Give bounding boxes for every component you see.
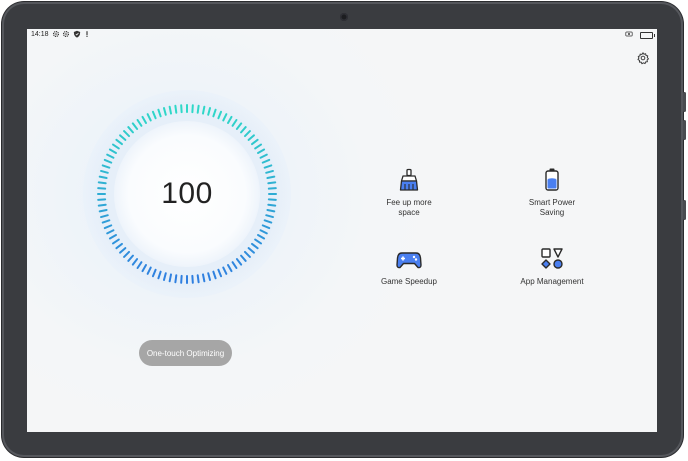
tool-app-management[interactable]: App Management <box>497 246 607 287</box>
battery-icon <box>545 168 559 191</box>
gear-icon[interactable] <box>636 51 650 65</box>
tool-label: App Management <box>520 277 584 286</box>
tool-label: Fee up more space <box>386 198 432 217</box>
front-camera <box>340 13 348 21</box>
power-button <box>683 120 686 140</box>
gamepad-icon <box>396 252 422 269</box>
shield-icon <box>73 30 81 38</box>
volume-button <box>683 92 686 112</box>
tool-smart-power-saving[interactable]: Smart Power Saving <box>497 167 607 218</box>
one-touch-optimize-button[interactable]: One-touch Optimizing <box>139 340 232 366</box>
tool-label: Game Speedup <box>380 277 438 286</box>
score-dial: 100 <box>82 89 292 299</box>
tool-free-up-space[interactable]: Fee up more space <box>354 167 464 218</box>
broom-icon <box>399 168 419 191</box>
side-button <box>683 200 686 220</box>
score-value: 100 <box>161 177 213 210</box>
notification-dot-icon <box>86 31 88 38</box>
tool-label: Smart Power Saving <box>528 198 576 217</box>
tool-game-speedup[interactable]: Game Speedup <box>354 246 464 287</box>
battery-icon <box>640 32 655 39</box>
settings-gear-icon <box>52 30 60 38</box>
status-bar: 14:18 <box>27 29 657 41</box>
phone-manager-screen: 14:18 100 One-touch Optimizing Fee up mo… <box>27 29 657 432</box>
settings-gear-icon <box>62 30 70 38</box>
app-grid-icon <box>541 248 563 269</box>
screen-record-icon <box>625 31 633 37</box>
status-time: 14:18 <box>31 31 49 38</box>
